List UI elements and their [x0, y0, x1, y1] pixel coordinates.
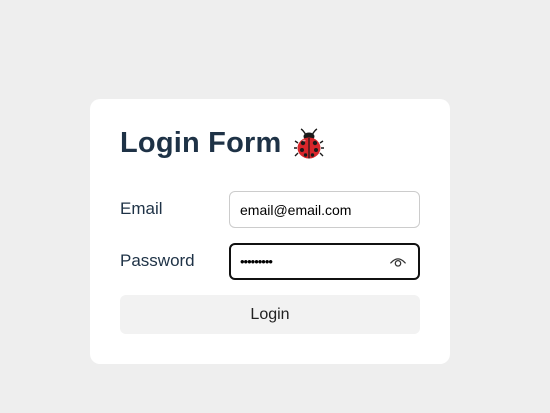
password-field[interactable] — [231, 245, 388, 278]
email-label: Email — [120, 199, 163, 218]
eye-icon[interactable] — [388, 252, 408, 272]
ladybug-icon — [294, 127, 325, 160]
email-field[interactable] — [230, 192, 419, 227]
login-card: Login Form Email email@email.com Passwor… — [90, 99, 450, 364]
form-title: Login Form — [120, 127, 282, 159]
login-button[interactable]: Login — [120, 295, 420, 334]
title-row: Login Form — [120, 127, 325, 160]
password-field-wrapper — [229, 243, 420, 280]
password-label: Password — [120, 251, 195, 270]
email-field-wrapper — [229, 191, 420, 228]
